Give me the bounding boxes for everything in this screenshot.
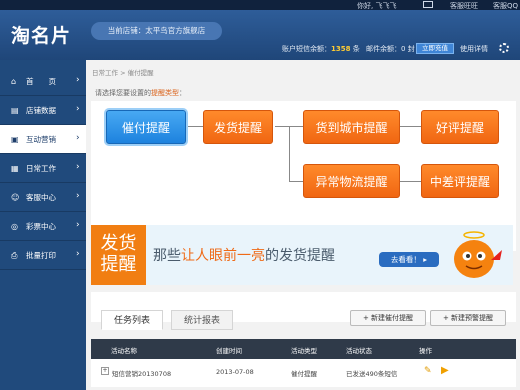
new-alert-reminder-button[interactable]: + 新建预警提醒: [430, 310, 506, 326]
chevron-right-icon: ›: [76, 75, 80, 85]
chevron-right-icon: ›: [76, 104, 80, 114]
connector-line: [289, 181, 303, 182]
marketing-icon: ▣: [11, 135, 19, 144]
tab-statistics[interactable]: 统计报表: [171, 310, 233, 330]
sidebar-item-store-data[interactable]: ▤ 店铺数据 ›: [0, 96, 86, 125]
banner-go-label: 去看看！: [390, 255, 421, 264]
mail-balance: 邮件余额：0 封: [366, 44, 415, 54]
new-payment-reminder-button[interactable]: + 新建催付提醒: [350, 310, 426, 326]
mail-balance-unit: 封: [407, 45, 415, 53]
task-type: 催付提醒: [291, 370, 317, 378]
banner-message-post: 的发货提醒: [265, 248, 335, 264]
expand-icon[interactable]: +: [101, 367, 109, 375]
tab-task-list[interactable]: 任务列表: [101, 310, 163, 330]
chevron-right-icon: ›: [76, 220, 80, 230]
sidebar-item-batch-print[interactable]: ⎙ 批量打印 ›: [0, 241, 86, 270]
positive-review-reminder-button[interactable]: 好评提醒: [421, 110, 499, 144]
task-date: 2013-07-08: [216, 368, 254, 376]
shipping-reminder-banner[interactable]: 发货 提醒 那些让人眼前一亮的发货提醒 去看看！ ▸: [91, 225, 513, 285]
sidebar-item-label: 店铺数据: [26, 106, 56, 115]
table-header: 活动名称 创建时间 活动类型 活动状态 操作: [91, 339, 516, 359]
work-icon: ▦: [11, 164, 19, 173]
column-header: 活动类型: [291, 347, 317, 355]
chevron-right-icon: ›: [76, 162, 80, 172]
main-content: 日常工作 > 催付提醒 请选择您要设置的提醒类型： 催付提醒 发货提醒 货到城市…: [86, 60, 520, 390]
banner-go-button[interactable]: 去看看！ ▸: [379, 252, 439, 267]
column-header: 活动状态: [346, 347, 372, 355]
connector-line: [289, 126, 290, 181]
banner-label: 发货 提醒: [91, 225, 146, 285]
home-icon: ⌂: [11, 77, 17, 86]
current-store-badge[interactable]: 当前店铺：太平鸟官方旗舰店: [91, 22, 222, 40]
logo: 淘名片: [11, 25, 72, 47]
column-header: 活动名称: [111, 347, 137, 355]
task-status: 已发送490条短信: [346, 370, 398, 378]
sms-balance-unit: 条: [352, 45, 360, 53]
chevron-right-icon: ›: [76, 191, 80, 201]
banner-message-pre: 那些: [153, 248, 181, 264]
top-bar: 你好, 飞飞飞 客服旺旺 客服QQ: [0, 0, 520, 10]
sidebar-item-home[interactable]: ⌂ 首 页 ›: [0, 67, 86, 96]
sidebar-item-label: 首 页: [26, 77, 56, 86]
mail-icon[interactable]: [423, 1, 433, 8]
sidebar-item-marketing[interactable]: ▣ 互动营销 ›: [0, 125, 86, 154]
sidebar-item-customer-service[interactable]: ☺ 客服中心 ›: [0, 183, 86, 212]
column-header: 创建时间: [216, 347, 242, 355]
print-icon: ⎙: [11, 251, 18, 260]
play-icon[interactable]: ▶: [441, 365, 449, 376]
prompt-colon: ：: [179, 89, 186, 97]
negative-review-reminder-button[interactable]: 中差评提醒: [421, 164, 499, 198]
sidebar-item-label: 批量打印: [26, 251, 56, 260]
sidebar-item-label: 彩票中心: [26, 222, 56, 231]
gear-icon[interactable]: [499, 43, 509, 53]
sidebar: ⌂ 首 页 › ▤ 店铺数据 › ▣ 互动营销 › ▦ 日常工作 › ☺ 客服中…: [0, 60, 86, 390]
sidebar-item-label: 互动营销: [26, 135, 56, 144]
mascot-icon: [454, 231, 502, 278]
sms-balance-label: 账户短信余额：: [282, 45, 331, 53]
connector-line: [400, 181, 421, 182]
chevron-right-icon: ›: [76, 133, 80, 143]
recharge-button[interactable]: 立即充值: [416, 43, 454, 54]
reminder-type-prompt: 请选择您要设置的提醒类型：: [95, 88, 186, 98]
column-header: 操作: [419, 347, 432, 355]
edit-icon[interactable]: ✎: [424, 366, 432, 376]
banner-message-highlight: 让人眼前一亮: [181, 248, 265, 264]
sidebar-item-lottery[interactable]: ◎ 彩票中心 ›: [0, 212, 86, 241]
mail-balance-label: 邮件余额：: [366, 45, 401, 53]
prompt-text: 请选择您要设置的: [95, 89, 151, 97]
sidebar-item-label: 日常工作: [26, 164, 56, 173]
sidebar-item-label: 客服中心: [26, 193, 56, 202]
shipping-reminder-button[interactable]: 发货提醒: [203, 110, 273, 144]
connector-line: [188, 126, 203, 127]
breadcrumb: 日常工作 > 催付提醒: [92, 69, 154, 77]
task-name: 短信营销20130708: [112, 370, 172, 378]
sms-balance: 账户短信余额：1358 条: [282, 44, 360, 54]
banner-message: 那些让人眼前一亮的发货提醒: [153, 245, 335, 265]
prompt-highlight: 提醒类型: [151, 89, 179, 97]
customer-icon: ☺: [11, 193, 20, 202]
lottery-icon: ◎: [11, 222, 18, 231]
header: 淘名片 当前店铺：太平鸟官方旗舰店 账户短信余额：1358 条 邮件余额：0 封…: [0, 10, 520, 60]
city-arrival-reminder-button[interactable]: 货到城市提醒: [303, 110, 400, 144]
mail-balance-value: 0: [401, 45, 406, 53]
payment-reminder-button[interactable]: 催付提醒: [106, 110, 186, 144]
banner-label-text: 发货 提醒: [100, 233, 137, 275]
table-row: + 短信营销20130708 2013-07-08 催付提醒 已发送490条短信…: [91, 359, 516, 387]
sms-balance-value: 1358: [331, 45, 351, 53]
sidebar-item-daily-work[interactable]: ▦ 日常工作 ›: [0, 154, 86, 183]
chart-icon: ▤: [11, 106, 19, 115]
usage-details-link[interactable]: 使用详情: [460, 44, 488, 54]
connector-line: [400, 126, 421, 127]
logistics-exception-reminder-button[interactable]: 异常物流提醒: [303, 164, 400, 198]
chevron-right-icon: ›: [76, 249, 80, 259]
